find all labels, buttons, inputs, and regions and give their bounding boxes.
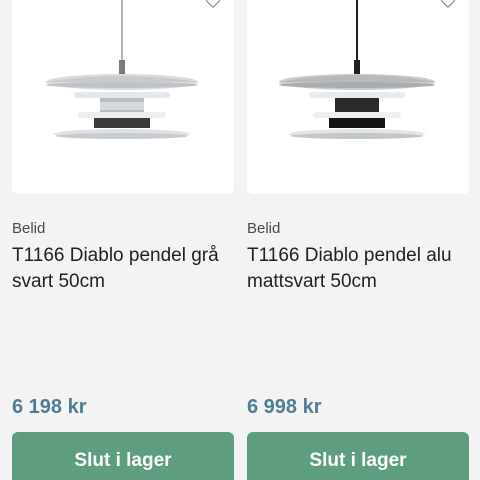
pendant-lamp-image — [46, 0, 198, 139]
product-image[interactable] — [12, 0, 234, 194]
product-price: 6 198 kr — [12, 396, 87, 418]
product-title[interactable]: T1166 Diablo pendel alu mattsvart 50cm — [247, 243, 473, 295]
heart-icon[interactable] — [439, 0, 457, 8]
heart-icon[interactable] — [204, 0, 222, 8]
product-brand: Belid — [12, 220, 46, 237]
product-brand: Belid — [247, 220, 281, 237]
product-title[interactable]: T1166 Diablo pendel grå svart 50cm — [12, 243, 238, 295]
product-grid: Belid T1166 Diablo pendel grå svart 50cm… — [0, 0, 480, 480]
out-of-stock-button[interactable]: Slut i lager — [247, 432, 469, 480]
product-card[interactable]: Belid T1166 Diablo pendel grå svart 50cm… — [12, 0, 234, 480]
out-of-stock-button[interactable]: Slut i lager — [12, 432, 234, 480]
pendant-lamp-image — [279, 0, 435, 139]
product-image[interactable] — [247, 0, 469, 194]
product-price: 6 998 kr — [247, 396, 322, 418]
product-card[interactable]: Belid T1166 Diablo pendel alu mattsvart … — [247, 0, 469, 480]
